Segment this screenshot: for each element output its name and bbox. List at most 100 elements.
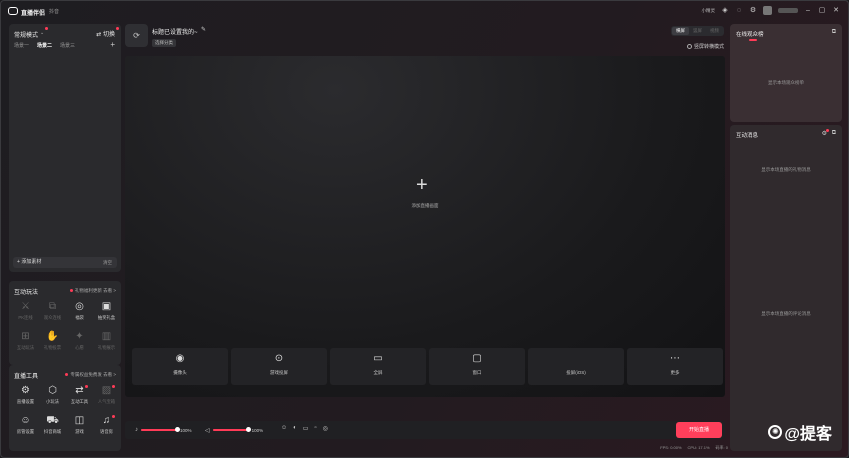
orientation-tabs: 横屏 竖屏 视频	[671, 26, 724, 36]
popout-icon[interactable]: ⧉	[832, 29, 836, 36]
speaker-slider[interactable]	[212, 427, 252, 432]
source-button[interactable]: 投屏(iOS)	[528, 348, 624, 385]
close-icon[interactable]: ✕	[832, 7, 840, 15]
settings-icon[interactable]: ⚙	[749, 7, 757, 15]
tab-scene-2[interactable]: 场景二	[37, 42, 52, 49]
live-tools-item-label: 房管设置	[16, 429, 35, 434]
mode-selector[interactable]: 常规模式	[14, 30, 38, 39]
live-tools-item[interactable]: ⛟ 抖音商城	[39, 414, 66, 440]
interactive-item[interactable]: ▣ 抽奖礼盒	[93, 300, 120, 326]
monitor-icon: ▭	[373, 353, 383, 364]
live-tools-item[interactable]: ⚙ 直播设置	[12, 384, 39, 410]
source-buttons: ◉ 摄像头 ⊙ 游戏投屏 ▭ 全屏 ▢ 窗口 投屏(iOS) ⋯ 更多	[132, 348, 723, 385]
comment-messages-empty: 显示本场直播的评论消息	[761, 311, 811, 316]
live-tools-item[interactable]: ◫ 游戏	[66, 414, 93, 440]
fps-readout: FPS: 0.00%	[660, 445, 682, 450]
source-button-label: 全屏	[373, 370, 383, 375]
live-tools-item-label: 互动工具	[70, 399, 89, 404]
live-tools-item[interactable]: ☺ 房管设置	[12, 414, 39, 440]
hand-icon: ✋	[46, 331, 59, 342]
more-icon: ⋯	[670, 353, 680, 364]
effects-icon[interactable]: ◐	[293, 425, 297, 432]
tab-scene-1[interactable]: 场景一	[14, 42, 29, 49]
live-tools-item[interactable]: ⇄ 互动工具	[66, 384, 93, 410]
add-scene-icon[interactable]: +	[110, 40, 115, 49]
live-tools-title: 直播工具	[14, 374, 39, 380]
source-button-label: 摄像头	[173, 370, 187, 375]
speaker-volume: ◁ 100%	[205, 426, 263, 434]
clear-button[interactable]: 清空	[103, 257, 112, 268]
interactive-item[interactable]: ▥ 礼物展示	[93, 330, 120, 356]
interactive-item[interactable]: ⧉ 观众连线	[39, 300, 66, 326]
gamepad-icon: ⊙	[274, 353, 284, 364]
avatar[interactable]	[763, 6, 772, 15]
interactive-item-label: 观众连线	[43, 315, 62, 320]
category-selector[interactable]: 选择分类	[152, 39, 176, 47]
source-button-label: 游戏投屏	[270, 370, 288, 375]
source-button[interactable]: ▭ 全屏	[330, 348, 426, 385]
tab-video[interactable]: 视频	[706, 27, 723, 35]
plus-icon[interactable]: +	[416, 174, 428, 197]
maximize-icon[interactable]: ▢	[818, 7, 826, 15]
interactive-item[interactable]: ✋ 礼物投票	[39, 330, 66, 356]
landscape-mode-toggle[interactable]: 竖屏转横模式	[686, 43, 724, 50]
interactive-item[interactable]: ⊞ 互动玩法	[12, 330, 39, 356]
message-icon[interactable]: ◌	[735, 7, 743, 15]
link-icon: ⧉	[48, 301, 57, 312]
speaker-volume-value: 100%	[251, 427, 264, 433]
source-button-label: 更多	[670, 370, 680, 375]
source-button[interactable]: ▢ 窗口	[429, 348, 525, 385]
live-tools-item[interactable]: ▨ 人气宝箱	[93, 384, 120, 410]
scene-tabs: 场景一 场景二 场景三	[14, 42, 75, 49]
speaker-icon[interactable]: ◁	[205, 427, 210, 434]
camera-icon: ◉	[175, 353, 185, 364]
record-icon[interactable]: ▭	[303, 425, 309, 432]
camera-icon[interactable]: ▫	[314, 425, 316, 432]
notice-dot	[112, 385, 115, 388]
preview-canvas[interactable]: + 添加直播画面 ◉ 摄像头 ⊙ 游戏投屏 ▭ 全屏 ▢ 窗口 投屏(iOS) ⋯ 更多	[125, 56, 725, 397]
game-icon: ⊞	[21, 331, 30, 342]
live-tools-hint[interactable]: 专属权益免费发 去看 >	[65, 372, 116, 378]
star-icon: ✦	[75, 331, 84, 342]
live-tools-item[interactable]: ♫ 语音房	[93, 414, 120, 440]
control-icons: ☺ ◐ ▭ ▫ ◎	[281, 425, 328, 432]
live-tools-item-label: 人气宝箱	[97, 399, 116, 404]
live-title[interactable]: 标题已设置我的~	[152, 27, 198, 36]
source-button[interactable]: ⊙ 游戏投屏	[231, 348, 327, 385]
beauty-icon[interactable]: ☺	[281, 425, 287, 432]
notice-dot	[116, 27, 119, 30]
notice-dot	[85, 385, 88, 388]
tab-landscape[interactable]: 横屏	[672, 27, 689, 35]
interactive-item[interactable]: ◎ 福袋	[66, 300, 93, 326]
interactive-hint-text: 礼物福利更新 去看 >	[74, 288, 116, 293]
edit-icon[interactable]: ✎	[201, 26, 206, 33]
live-tools-panel: 直播工具 专属权益免费发 去看 > ⚙ 直播设置 ⬡ 小玩法 ⇄ 互动工具 ▨ 人气宝箱 ☺ 房管…	[9, 365, 121, 451]
add-material-button[interactable]: + 添加素材 清空	[13, 257, 117, 268]
interactive-item-label: 礼物投票	[43, 345, 62, 350]
bitrate-readout: 码率: 0	[715, 445, 728, 450]
go-live-button[interactable]: 开始直播	[676, 422, 722, 438]
microphone-icon[interactable]: ♪	[135, 427, 138, 433]
add-source-label: 添加直播画面	[411, 203, 439, 208]
minimize-icon[interactable]: –	[804, 7, 812, 15]
interactive-item[interactable]: ⚔ PK连线	[12, 300, 39, 326]
source-button[interactable]: ⋯ 更多	[627, 348, 723, 385]
chevron-down-icon[interactable]: ⌄	[40, 30, 44, 36]
popout-icon[interactable]: ⧉	[832, 130, 836, 137]
source-button[interactable]: ◉ 摄像头	[132, 348, 228, 385]
mic-slider[interactable]	[141, 427, 180, 432]
username[interactable]	[778, 8, 798, 13]
gamepad-icon: ◫	[74, 415, 85, 426]
source-button-label: 窗口	[472, 370, 482, 375]
tab-portrait[interactable]: 竖屏	[689, 27, 706, 35]
tab-scene-3[interactable]: 场景三	[60, 42, 75, 49]
interactive-hint[interactable]: 礼物福利更新 去看 >	[69, 288, 116, 294]
interactive-item-label: 礼物展示	[97, 345, 116, 350]
shirt-icon[interactable]: ◈	[721, 7, 729, 15]
switch-button[interactable]: ⇄ 切换	[96, 29, 115, 38]
interactive-item[interactable]: ✦ 心愿	[66, 330, 93, 356]
cover-image[interactable]: ⟳	[125, 24, 148, 47]
live-tools-item[interactable]: ⬡ 小玩法	[39, 384, 66, 410]
cup-icon: ▣	[101, 301, 112, 312]
filter-icon[interactable]: ◎	[323, 425, 328, 432]
